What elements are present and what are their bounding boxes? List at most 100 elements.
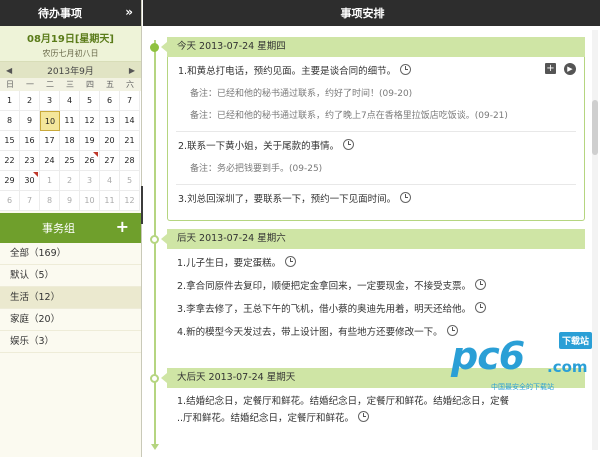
weekday-label: 六 xyxy=(126,80,134,89)
calendar-day[interactable]: 29 xyxy=(0,171,20,191)
timeline-arrow-icon xyxy=(151,444,159,450)
weekday-label: 一 xyxy=(26,80,34,89)
section-today: 今天 2013-07-24 星期四 1.和黄总打电话，预约见面。主要是谈合同的细… xyxy=(161,37,585,221)
task-item-continued[interactable]: ..厅和鲜花。结婚纪念日，定餐厅和鲜花。 xyxy=(167,409,585,426)
calendar-day-other-month[interactable]: 4 xyxy=(100,171,120,191)
calendar-day-other-month[interactable]: 3 xyxy=(80,171,100,191)
collapse-icon[interactable]: » xyxy=(125,5,133,19)
weekday-header: 日 一 二 三 四 五 六 xyxy=(0,78,141,91)
calendar-day[interactable]: 11 xyxy=(60,111,80,131)
calendar-day[interactable]: 17 xyxy=(40,131,60,151)
watermark-logo-digit: 6 xyxy=(498,334,525,378)
watermark-domain: .com xyxy=(547,358,588,376)
calendar-day[interactable]: 1 xyxy=(0,91,20,111)
calendar-day-other-month[interactable]: 1 xyxy=(40,171,60,191)
task-item[interactable]: 2.联系一下黄小姐，关于尾款的事情。 xyxy=(168,132,584,154)
calendar-day[interactable]: 6 xyxy=(100,91,120,111)
calendar-day[interactable]: 22 xyxy=(0,151,20,171)
task-item[interactable]: 2.拿合同原件去复印，顺便把定金拿回来，一定要现金，不接受支票。 xyxy=(167,271,585,294)
weekday-label: 四 xyxy=(86,80,94,89)
schedule-title: 事项安排 xyxy=(340,7,385,20)
calendar-day[interactable]: 3 xyxy=(40,91,60,111)
calendar-day[interactable]: 18 xyxy=(60,131,80,151)
calendar-day[interactable]: 28 xyxy=(120,151,140,171)
watermark-badge: 下载站 xyxy=(559,332,593,349)
pc6-watermark: pc6 下载站 .com 中国最安全的下载站 xyxy=(451,330,600,400)
calendar-day-other-month[interactable]: 7 xyxy=(20,191,40,211)
arrow-right-icon[interactable]: ▶ xyxy=(564,63,576,75)
calendar-day-other-month[interactable]: 12 xyxy=(120,191,140,211)
watermark-logo-prefix: pc xyxy=(451,334,500,378)
alarm-clock-icon[interactable] xyxy=(400,192,412,203)
alarm-clock-icon[interactable] xyxy=(358,411,370,422)
calendar-day[interactable]: 7 xyxy=(120,91,140,111)
add-note-icon[interactable]: + xyxy=(545,63,556,74)
calendar-day[interactable]: 23 xyxy=(20,151,40,171)
task-note: 备注：已经和他的秘书通过联系，约好了时间！(09-20) xyxy=(190,89,413,99)
weekday-label: 五 xyxy=(106,80,114,89)
group-item-family[interactable]: 家庭（20） xyxy=(0,309,141,331)
alarm-clock-icon[interactable] xyxy=(475,279,487,290)
calendar-day-flagged[interactable]: 26 xyxy=(80,151,100,171)
current-date-box: 08月19日[星期天] 农历七月初八日 xyxy=(0,26,141,62)
task-text: ..厅和鲜花。结婚纪念日，定餐厅和鲜花。 xyxy=(177,413,355,424)
timeline-dot xyxy=(150,235,159,244)
timeline-dot xyxy=(150,374,159,383)
add-group-icon[interactable]: + xyxy=(116,217,129,236)
calendar-day[interactable]: 8 xyxy=(0,111,20,131)
scrollbar-thumb[interactable] xyxy=(592,100,598,155)
calendar-day-other-month[interactable]: 10 xyxy=(80,191,100,211)
calendar-day[interactable]: 21 xyxy=(120,131,140,151)
alarm-clock-icon[interactable] xyxy=(285,256,297,267)
calendar-day[interactable]: 14 xyxy=(120,111,140,131)
task-item[interactable]: 3.刘总回深圳了，要联系一下，预约一下见面时间。 xyxy=(168,185,584,207)
calendar-day[interactable]: 16 xyxy=(20,131,40,151)
calendar-day[interactable]: 20 xyxy=(100,131,120,151)
calendar-day[interactable]: 27 xyxy=(100,151,120,171)
alarm-clock-icon[interactable] xyxy=(475,302,487,313)
next-month-icon[interactable]: ▶ xyxy=(129,66,135,75)
section-header: 后天 2013-07-24 星期六 xyxy=(161,229,585,249)
group-item-all[interactable]: 全部（169） xyxy=(0,243,141,265)
calendar-day[interactable]: 19 xyxy=(80,131,100,151)
calendar-day-other-month[interactable]: 11 xyxy=(100,191,120,211)
calendar-day[interactable]: 15 xyxy=(0,131,20,151)
alarm-clock-icon[interactable] xyxy=(400,64,412,75)
calendar-day[interactable]: 24 xyxy=(40,151,60,171)
task-item[interactable]: 1.儿子生日，要定蛋糕。 xyxy=(167,249,585,271)
calendar-day[interactable]: 5 xyxy=(80,91,100,111)
calendar-day[interactable]: 9 xyxy=(20,111,40,131)
alarm-clock-icon[interactable] xyxy=(343,139,355,150)
todo-header: 待办事项 » xyxy=(0,0,141,26)
group-title: 事务组 xyxy=(42,222,75,235)
watermark-tagline: 中国最安全的下载站 xyxy=(491,383,554,391)
calendar-day[interactable]: 2 xyxy=(20,91,40,111)
weekday-label: 日 xyxy=(6,80,14,89)
task-text: 2.联系一下黄小姐，关于尾款的事情。 xyxy=(178,141,340,152)
calendar-day[interactable]: 12 xyxy=(80,111,100,131)
month-navigator: ◀ 2013年9月 ▶ xyxy=(0,62,141,78)
lunar-date: 农历七月初八日 xyxy=(42,49,99,58)
task-item[interactable]: 1.和黄总打电话，预约见面。主要是谈合同的细节。 + ▶ xyxy=(168,57,584,79)
current-date: 08月19日[星期天] xyxy=(27,34,114,45)
calendar-day-flagged[interactable]: 30 xyxy=(20,171,40,191)
calendar-day-other-month[interactable]: 2 xyxy=(60,171,80,191)
calendar-day[interactable]: 13 xyxy=(100,111,120,131)
prev-month-icon[interactable]: ◀ xyxy=(6,66,12,75)
section-day-after: 后天 2013-07-24 星期六 1.儿子生日，要定蛋糕。 2.拿合同原件去复… xyxy=(161,229,585,340)
task-text: 3.李拿去修了，王总下午的飞机，借小蔡的奥迪先用着，明天还给他。 xyxy=(177,304,472,315)
calendar-day-other-month[interactable]: 6 xyxy=(0,191,20,211)
group-item-default[interactable]: 默认（5） xyxy=(0,265,141,287)
task-item[interactable]: 3.李拿去修了，王总下午的飞机，借小蔡的奥迪先用着，明天还给他。 xyxy=(167,294,585,317)
calendar-day-other-month[interactable]: 9 xyxy=(60,191,80,211)
group-item-life[interactable]: 生活（12） xyxy=(0,287,141,309)
schedule-header: 事项安排 xyxy=(143,0,600,26)
calendar-day-other-month[interactable]: 5 xyxy=(120,171,140,191)
group-item-entertainment[interactable]: 娱乐（3） xyxy=(0,331,141,353)
task-text: 1.儿子生日，要定蛋糕。 xyxy=(177,258,282,269)
calendar-day[interactable]: 4 xyxy=(60,91,80,111)
calendar-day[interactable]: 25 xyxy=(60,151,80,171)
task-note: 备注：已经和他的秘书通过联系，约了晚上7点在香格里拉饭店吃饭谈。(09-21) xyxy=(190,111,508,121)
calendar-day-other-month[interactable]: 8 xyxy=(40,191,60,211)
calendar-day-today[interactable]: 10 xyxy=(40,111,60,131)
